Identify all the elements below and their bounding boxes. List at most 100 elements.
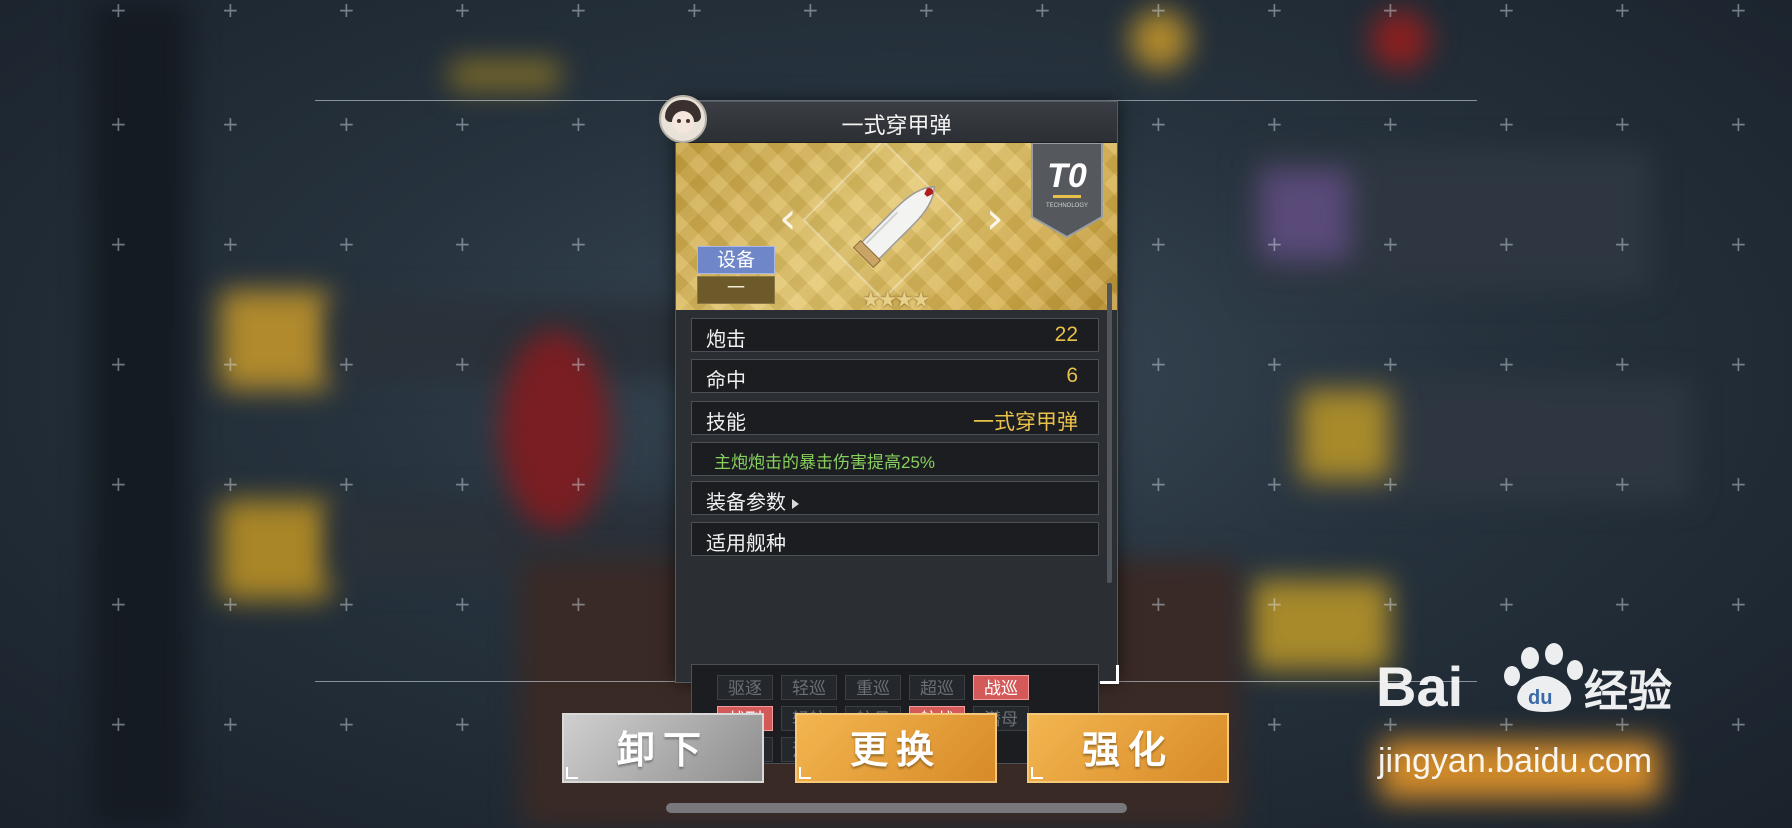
ship-type-chip: 战巡: [973, 675, 1029, 700]
equipment-detail-dialog: 一式穿甲弹 ‹ › T0 TECHNOLOGY 设备 一 ★★★★ 炮击 22 …: [659, 95, 1119, 764]
grid-plus-marker: +: [1266, 232, 1283, 256]
grid-plus-marker: +: [570, 472, 587, 496]
baidu-watermark: Bai du 经验 jingyan.baidu.com: [1376, 643, 1672, 780]
svg-text:经验: 经验: [1584, 666, 1672, 717]
grid-plus-marker: +: [1382, 472, 1399, 496]
grid-plus-marker: +: [1150, 352, 1167, 376]
grid-plus-marker: +: [110, 592, 127, 616]
grid-plus-marker: +: [222, 712, 239, 736]
grid-plus-marker: +: [1150, 112, 1167, 136]
grid-plus-marker: +: [1150, 592, 1167, 616]
grid-plus-marker: +: [454, 352, 471, 376]
equipment-params-toggle[interactable]: 装备参数: [691, 481, 1099, 515]
expand-arrow-icon: [792, 498, 799, 509]
grid-plus-marker: +: [338, 472, 355, 496]
grid-plus-marker: +: [570, 112, 587, 136]
stat-row-skill: 技能 一式穿甲弹: [691, 401, 1099, 435]
grid-plus-marker: +: [1730, 712, 1747, 736]
grid-plus-marker: +: [454, 592, 471, 616]
svg-text:T0: T0: [1047, 157, 1087, 195]
grid-plus-marker: +: [1266, 112, 1283, 136]
grid-plus-marker: +: [1266, 472, 1283, 496]
grid-plus-marker: +: [454, 712, 471, 736]
grid-plus-marker: +: [1730, 112, 1747, 136]
grid-plus-marker: +: [1266, 712, 1283, 736]
grid-plus-marker: +: [1614, 472, 1631, 496]
commander-avatar[interactable]: [659, 95, 707, 143]
grid-plus-marker: +: [1498, 112, 1515, 136]
grid-plus-marker: +: [1614, 0, 1631, 22]
grid-plus-marker: +: [222, 472, 239, 496]
grid-plus-marker: +: [338, 112, 355, 136]
grid-plus-marker: +: [110, 712, 127, 736]
grid-plus-marker: +: [338, 592, 355, 616]
title-bar: 一式穿甲弹: [676, 102, 1117, 143]
stat-row-firepower: 炮击 22: [691, 318, 1099, 352]
corner-marker: [1100, 665, 1119, 684]
grid-plus-marker: +: [338, 352, 355, 376]
grid-plus-marker: +: [570, 0, 587, 22]
equipment-banner: ‹ › T0 TECHNOLOGY 设备 一 ★★★★: [676, 143, 1117, 310]
grid-plus-marker: +: [1614, 592, 1631, 616]
tech-badge-icon: T0 TECHNOLOGY: [1031, 143, 1103, 239]
grid-plus-marker: +: [1382, 0, 1399, 22]
grid-plus-marker: +: [222, 112, 239, 136]
grid-plus-marker: +: [110, 232, 127, 256]
enhance-button[interactable]: 强化: [1027, 713, 1229, 783]
grid-plus-marker: +: [1150, 472, 1167, 496]
grid-plus-marker: +: [1382, 592, 1399, 616]
svg-text:jingyan.baidu.com: jingyan.baidu.com: [1377, 742, 1652, 780]
grid-plus-marker: +: [802, 0, 819, 22]
ship-type-chip: 超巡: [909, 675, 965, 700]
grid-plus-marker: +: [222, 352, 239, 376]
grid-plus-marker: +: [1614, 352, 1631, 376]
grid-plus-marker: +: [222, 0, 239, 22]
grid-plus-marker: +: [338, 712, 355, 736]
grid-plus-marker: +: [686, 0, 703, 22]
grid-plus-marker: +: [1730, 472, 1747, 496]
grid-plus-marker: +: [1266, 352, 1283, 376]
grid-plus-marker: +: [454, 232, 471, 256]
grid-plus-marker: +: [1730, 232, 1747, 256]
svg-text:Bai: Bai: [1376, 655, 1463, 718]
chevron-right-icon: ›: [986, 193, 1004, 244]
rarity-stars: ★★★★: [861, 288, 931, 310]
grid-plus-marker: +: [1150, 0, 1167, 22]
grid-plus-marker: +: [1498, 472, 1515, 496]
shell-icon: [852, 186, 935, 269]
params-label: 装备参数: [706, 492, 786, 514]
grid-plus-marker: +: [338, 232, 355, 256]
chevron-left-icon: ‹: [779, 193, 797, 244]
grid-plus-marker: +: [1498, 352, 1515, 376]
grid-plus-marker: +: [570, 352, 587, 376]
grid-plus-marker: +: [570, 592, 587, 616]
grid-plus-marker: +: [1266, 592, 1283, 616]
grid-plus-marker: +: [1498, 592, 1515, 616]
grid-plus-marker: +: [1382, 232, 1399, 256]
stat-row-accuracy: 命中 6: [691, 359, 1099, 393]
category-tag: 设备: [697, 246, 775, 274]
grid-plus-marker: +: [1382, 352, 1399, 376]
grid-plus-marker: +: [1614, 232, 1631, 256]
grid-plus-marker: +: [1034, 0, 1051, 22]
replace-button[interactable]: 更换: [795, 713, 997, 783]
grid-plus-marker: +: [918, 0, 935, 22]
grid-plus-marker: +: [454, 0, 471, 22]
grid-plus-marker: +: [1614, 112, 1631, 136]
scrollbar[interactable]: [1107, 283, 1112, 583]
grid-plus-marker: +: [454, 472, 471, 496]
grid-plus-marker: +: [222, 592, 239, 616]
home-indicator[interactable]: [666, 803, 1127, 813]
grid-plus-marker: +: [1150, 232, 1167, 256]
grid-plus-marker: +: [1498, 232, 1515, 256]
grid-plus-marker: +: [1730, 0, 1747, 22]
grid-plus-marker: +: [1498, 0, 1515, 22]
grid-plus-marker: +: [454, 112, 471, 136]
svg-text:du: du: [1528, 687, 1552, 709]
skill-description: 主炮炮击的暴击伤害提高25%: [691, 442, 1099, 476]
equipment-title: 一式穿甲弹: [841, 113, 952, 138]
svg-text:TECHNOLOGY: TECHNOLOGY: [1046, 203, 1088, 209]
grid-plus-marker: +: [110, 472, 127, 496]
grid-plus-marker: +: [1730, 352, 1747, 376]
unequip-button[interactable]: 卸下: [562, 713, 764, 783]
